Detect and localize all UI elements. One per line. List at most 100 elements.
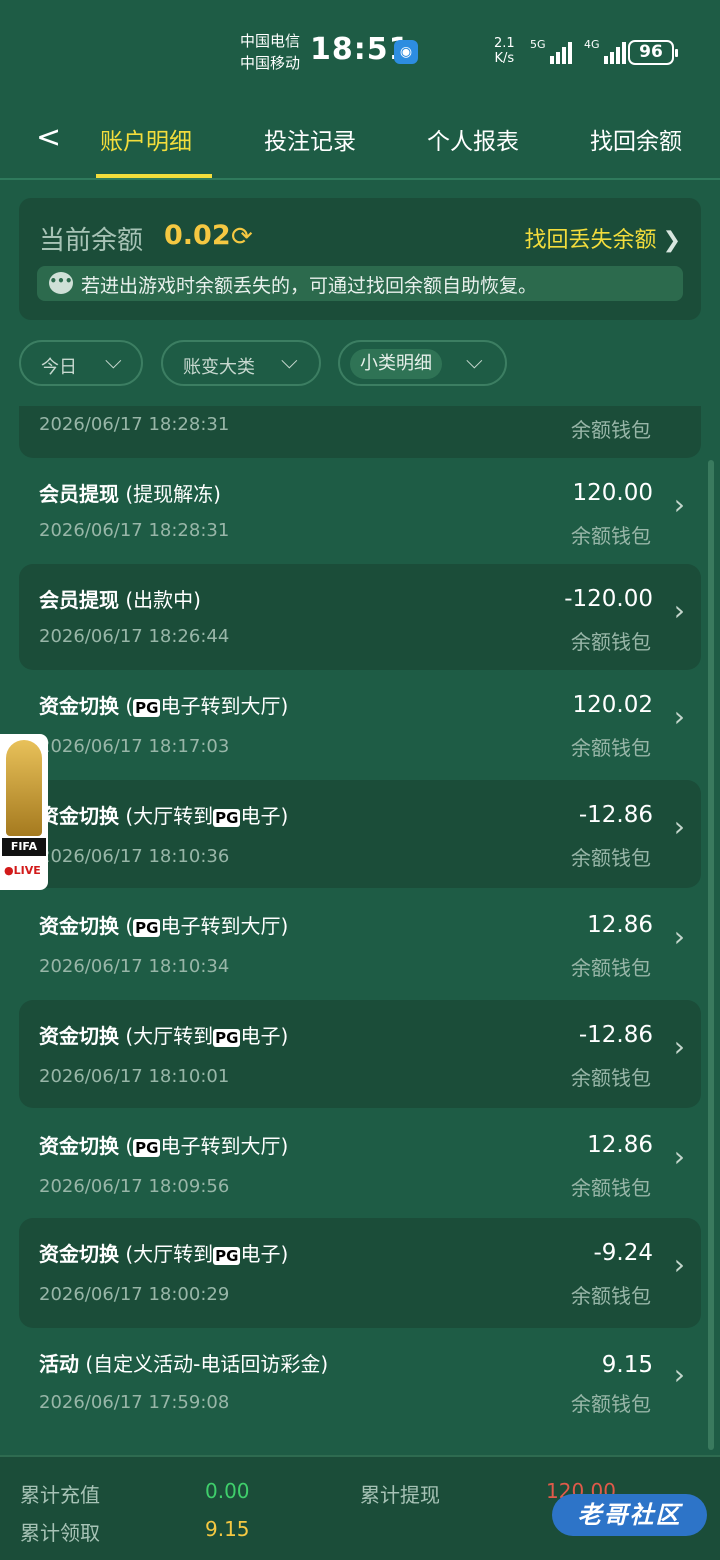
transaction-amount: -120.00 (564, 586, 653, 612)
status-bar: 中国电信 中国移动 18:51 ◉ 2.1 K/s 5G 4G 96 (0, 0, 720, 100)
chevron-right-icon: ❯ (662, 228, 681, 253)
transaction-wallet: 余额钱包 (571, 418, 651, 442)
transaction-row[interactable]: 资金切换 (PG 电子转到大厅) 2026/06/17 18:09:56 12.8… (19, 1110, 701, 1220)
transaction-amount: 12.86 (587, 912, 653, 938)
transaction-row[interactable]: 会员提现 (提现解冻) 2026/06/17 18:28:31 120.00 余… (19, 458, 701, 564)
transaction-title: 资金切换 (大厅转到 PG 电子) (39, 1020, 288, 1049)
pg-logo: PG (133, 1139, 161, 1157)
recover-lost-balance-link[interactable]: 找回丢失余额 ❯ (525, 222, 681, 254)
transaction-type: 资金切换 (39, 694, 119, 718)
transaction-wallet: 余额钱包 (571, 524, 651, 548)
tab-recover-balance[interactable]: 找回余额 (590, 122, 682, 156)
transaction-row[interactable]: 活动 (自定义活动-电话回访彩金) 2026/06/17 17:59:08 9.… (19, 1328, 701, 1438)
transaction-detail: 电子) (240, 1024, 289, 1048)
transaction-time: 2026/06/17 18:10:34 (39, 956, 230, 977)
transaction-detail: (大厅转到 (119, 1242, 214, 1266)
filter-subcategory-dropdown[interactable]: 小类明细 ⌵ (338, 340, 507, 386)
transaction-detail: 电子转到大厅) (160, 1134, 289, 1158)
transaction-row[interactable]: 2026/06/17 18:28:31 余额钱包 › (19, 406, 701, 458)
total-withdraw-label: 累计提现 (360, 1483, 440, 1507)
chevron-right-icon: › (673, 594, 685, 627)
filter-category-dropdown[interactable]: 账变大类 ⌵ (161, 340, 321, 386)
transaction-detail: (提现解冻) (119, 482, 221, 506)
transaction-wallet: 余额钱包 (571, 630, 651, 654)
live-label: ●LIVE (4, 864, 41, 877)
filter-subcategory-label: 小类明细 (350, 349, 442, 379)
chevron-down-icon: ⌵ (466, 349, 483, 374)
transaction-title: 资金切换 (PG 电子转到大厅) (39, 910, 288, 939)
transaction-amount: -12.86 (578, 802, 653, 828)
transaction-wallet: 余额钱包 (571, 846, 651, 870)
transaction-row[interactable]: 资金切换 (大厅转到 PG 电子) 2026/06/17 18:00:29 -9.2… (19, 1218, 701, 1328)
transaction-detail: ( (119, 1134, 134, 1158)
transaction-time: 2026/06/17 18:10:36 (39, 846, 230, 867)
refresh-icon[interactable]: ⟳ (231, 222, 253, 252)
transaction-type: 资金切换 (39, 914, 119, 938)
network-speed: 2.1 K/s (494, 36, 515, 66)
transaction-row[interactable]: 资金切换 (PG 电子转到大厅) 2026/06/17 18:17:03 120.… (19, 670, 701, 780)
tab-personal-report[interactable]: 个人报表 (427, 122, 519, 156)
transaction-list: 2026/06/17 18:28:31 余额钱包 › 会员提现 (提现解冻) 2… (0, 406, 720, 1452)
transaction-time: 2026/06/17 18:28:31 (39, 414, 230, 435)
chevron-right-icon: › (673, 920, 685, 953)
chevron-down-icon: ⌵ (105, 349, 122, 374)
transaction-amount: 120.00 (572, 480, 653, 506)
transaction-row[interactable]: 资金切换 (大厅转到 PG 电子) 2026/06/17 18:10:01 -12.… (19, 1000, 701, 1108)
chevron-right-icon: › (673, 1140, 685, 1173)
balance-label: 当前余额 (39, 226, 144, 256)
signal-5g-label: 5G (530, 38, 546, 51)
transaction-wallet: 余额钱包 (571, 1066, 651, 1090)
transaction-time: 2026/06/17 18:28:31 (39, 520, 230, 541)
total-bonus-label: 累计领取 (20, 1521, 100, 1545)
network-speed-value: 2.1 (494, 36, 515, 51)
transaction-row[interactable]: 会员提现 (出款中) 2026/06/17 18:26:44 -120.00 余… (19, 564, 701, 670)
transaction-title: 活动 (自定义活动-电话回访彩金) (39, 1348, 328, 1377)
transaction-time: 2026/06/17 17:59:08 (39, 1392, 230, 1413)
balance-value: 0.02 (164, 220, 231, 251)
transaction-detail: 电子) (240, 804, 289, 828)
balance-notice-text: 若进出游戏时余额丢失的，可通过找回余额自助恢复。 (81, 275, 538, 297)
transaction-wallet: 余额钱包 (571, 1176, 651, 1200)
transaction-detail: 电子转到大厅) (160, 914, 289, 938)
transaction-amount: 12.86 (587, 1132, 653, 1158)
transaction-row[interactable]: 资金切换 (大厅转到 PG 电子) 2026/06/17 18:10:36 -12.… (19, 780, 701, 888)
battery-icon: 96 (628, 40, 678, 65)
pg-logo: PG (213, 1247, 241, 1265)
signal-4g-icon: 4G (584, 38, 626, 64)
chevron-right-icon: › (673, 1358, 685, 1391)
transaction-amount: -9.24 (593, 1240, 653, 1266)
transaction-detail: 电子转到大厅) (160, 694, 289, 718)
transaction-wallet: 余额钱包 (571, 736, 651, 760)
notification-app-icon: ◉ (394, 40, 418, 64)
total-deposit-value: 0.00 (205, 1479, 250, 1503)
transaction-title: 资金切换 (大厅转到 PG 电子) (39, 1238, 288, 1267)
carrier-1: 中国电信 (240, 32, 301, 50)
transaction-title: 资金切换 (PG 电子转到大厅) (39, 1130, 288, 1159)
chat-bubble-icon: ••• (49, 272, 73, 294)
fifa-label: FIFA (2, 838, 46, 856)
transaction-amount: 120.02 (572, 692, 653, 718)
tab-bet-records[interactable]: 投注记录 (264, 122, 356, 156)
transaction-detail: (出款中) (119, 588, 201, 612)
fifa-live-floating-badge[interactable]: FIFA ●LIVE (0, 734, 48, 890)
total-deposit-label: 累计充值 (20, 1483, 100, 1507)
pg-logo: PG (213, 1029, 241, 1047)
active-tab-indicator (96, 174, 212, 178)
chevron-right-icon: › (673, 488, 685, 521)
list-scrollbar[interactable] (708, 460, 714, 1450)
carrier-labels: 中国电信 中国移动 (240, 30, 300, 74)
tab-account-details[interactable]: 账户明细 (100, 122, 192, 156)
transaction-type: 资金切换 (39, 1134, 119, 1158)
transaction-time: 2026/06/17 18:00:29 (39, 1284, 230, 1305)
chevron-right-icon: › (673, 1248, 685, 1281)
transaction-wallet: 余额钱包 (571, 1284, 651, 1308)
filter-day-dropdown[interactable]: 今日 ⌵ (19, 340, 143, 386)
network-speed-unit: K/s (494, 51, 515, 66)
chevron-down-icon: ⌵ (281, 349, 298, 374)
carrier-2: 中国移动 (240, 54, 301, 72)
transaction-row[interactable]: 资金切换 (PG 电子转到大厅) 2026/06/17 18:10:34 12.8… (19, 890, 701, 1000)
back-arrow-icon[interactable]: < (36, 120, 61, 155)
transaction-detail: (自定义活动-电话回访彩金) (79, 1352, 329, 1376)
pg-logo: PG (213, 809, 241, 827)
recover-lost-balance-label: 找回丢失余额 (524, 228, 657, 253)
